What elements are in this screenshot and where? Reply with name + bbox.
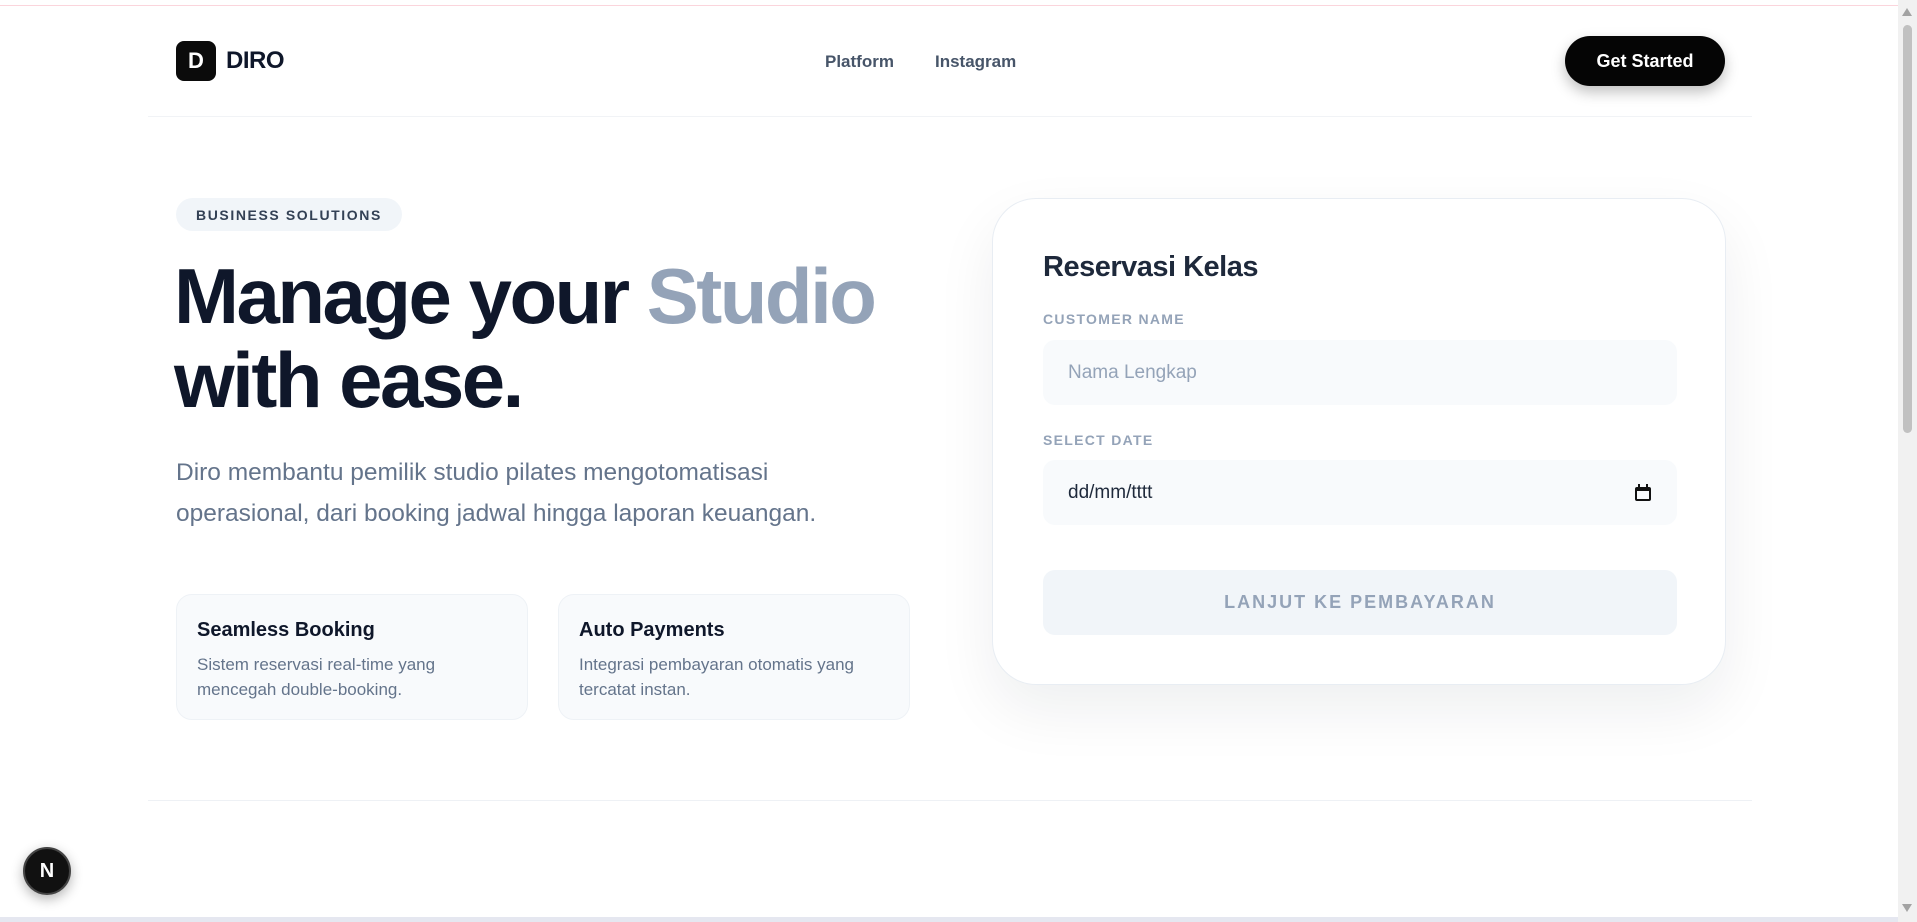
feature-card-booking: Seamless Booking Sistem reservasi real-t… [176, 594, 528, 720]
headline-part2: with ease. [174, 336, 524, 424]
date-placeholder: dd/mm/tttt [1068, 481, 1153, 503]
brand-logo[interactable]: D DIRO [176, 41, 285, 81]
feature-title: Seamless Booking [197, 619, 375, 641]
next-logo-icon[interactable]: N [23, 847, 71, 895]
form-title: Reservasi Kelas [1043, 251, 1259, 283]
site-header: D DIRO Platform Instagram Get Started [148, 0, 1752, 117]
hero-headline: Manage your Studio with ease. [174, 254, 934, 422]
section-divider [148, 800, 1752, 801]
feature-title: Auto Payments [579, 619, 725, 641]
date-input[interactable]: dd/mm/tttt [1043, 460, 1677, 525]
scroll-up-arrow-icon[interactable] [1902, 8, 1912, 16]
logo-mark: D [176, 41, 216, 81]
select-date-label: SELECT DATE [1043, 432, 1154, 448]
reservation-form-card: Reservasi Kelas CUSTOMER NAME Nama Lengk… [992, 198, 1726, 685]
customer-name-input[interactable]: Nama Lengkap [1043, 340, 1677, 405]
feature-text: Integrasi pembayaran otomatis yang terca… [579, 655, 854, 699]
nav-link-platform[interactable]: Platform [825, 52, 894, 72]
page-scrollbar[interactable] [1898, 0, 1917, 922]
logo-text: DIRO [226, 47, 285, 74]
get-started-button[interactable]: Get Started [1565, 36, 1725, 86]
feature-text: Sistem reservasi real-time yang mencegah… [197, 655, 436, 699]
main-nav: Platform Instagram [825, 52, 1016, 72]
headline-accent: Studio [646, 252, 877, 340]
feature-card-payments: Auto Payments Integrasi pembayaran otoma… [558, 594, 910, 720]
nav-link-instagram[interactable]: Instagram [935, 52, 1016, 72]
headline-part1: Manage your [174, 252, 647, 340]
hero-description: Diro membantu pemilik studio pilates men… [176, 459, 817, 527]
category-badge: BUSINESS SOLUTIONS [176, 198, 402, 231]
continue-to-payment-button[interactable]: LANJUT KE PEMBAYARAN [1043, 570, 1677, 635]
bottom-strip [0, 917, 1898, 922]
customer-name-label: CUSTOMER NAME [1043, 311, 1185, 327]
customer-name-placeholder: Nama Lengkap [1068, 361, 1197, 383]
scroll-down-arrow-icon[interactable] [1902, 904, 1912, 912]
scrollbar-thumb[interactable] [1903, 25, 1912, 433]
calendar-icon[interactable] [1634, 483, 1652, 502]
